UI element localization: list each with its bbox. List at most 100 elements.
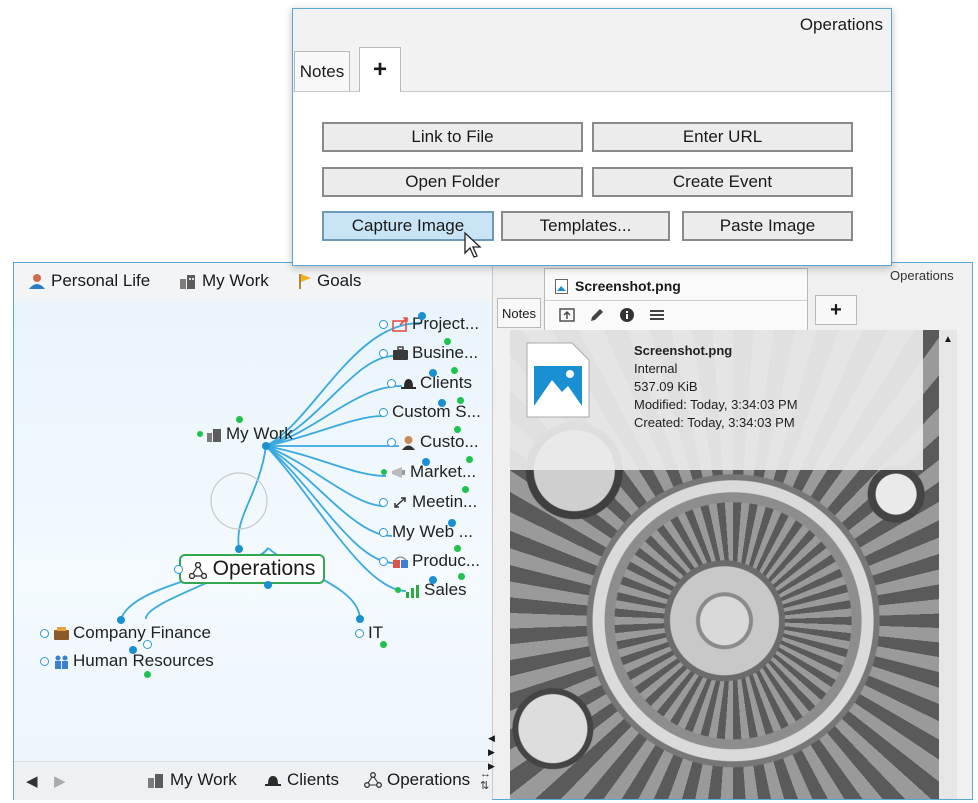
scroll-up-arrow-icon[interactable]: ▲ <box>943 334 953 345</box>
tab-label: Notes <box>502 305 536 321</box>
collapse-ring[interactable] <box>143 640 152 649</box>
node-green-dot <box>451 367 458 374</box>
back-button[interactable]: ◀ <box>26 772 38 790</box>
mindmap-canvas[interactable]: My Work Project... Busine... Clients Cus… <box>14 301 492 761</box>
collapse-ring[interactable] <box>40 656 49 666</box>
megaphone-icon <box>390 465 407 480</box>
export-icon[interactable] <box>559 307 575 323</box>
splitter-arrows-icon[interactable]: ◀ ▶ ▶ <box>488 731 495 773</box>
node-projects[interactable]: Project... <box>379 314 479 334</box>
map-tab-label: Goals <box>317 271 362 290</box>
node-it[interactable]: IT <box>355 623 383 643</box>
file-created: Created: Today, 3:34:03 PM <box>634 415 795 430</box>
paste-image-button[interactable]: Paste Image <box>682 211 853 241</box>
collapse-ring[interactable] <box>379 348 388 358</box>
breadcrumb-my-work[interactable]: My Work <box>147 770 237 790</box>
open-folder-button[interactable]: Open Folder <box>322 167 583 197</box>
map-tab-my-work[interactable]: My Work <box>179 271 269 291</box>
node-green-dot <box>380 641 387 648</box>
file-modified: Modified: Today, 3:34:03 PM <box>634 397 798 412</box>
node-connector-dot <box>264 581 272 589</box>
collapse-ring[interactable] <box>379 527 388 537</box>
people-icon <box>53 654 70 669</box>
pencil-icon[interactable] <box>589 307 605 323</box>
file-toolbar <box>559 307 665 323</box>
popup-tab-add[interactable]: + <box>359 47 401 92</box>
link-to-file-button[interactable]: Link to File <box>322 122 583 152</box>
collapse-ring[interactable] <box>379 319 388 329</box>
enter-url-button[interactable]: Enter URL <box>592 122 853 152</box>
node-connector-dot <box>429 576 437 584</box>
node-label: Busine... <box>412 343 479 362</box>
collapse-ring[interactable] <box>40 628 49 638</box>
node-company-finance[interactable]: Company Finance <box>40 623 211 643</box>
breadcrumb-clients[interactable]: Clients <box>264 770 339 790</box>
building-icon <box>179 273 197 289</box>
building-icon <box>206 427 223 442</box>
node-green-dot <box>466 456 473 463</box>
tab-label: + <box>372 56 387 83</box>
node-custom-s[interactable]: Custom S... <box>379 402 481 422</box>
node-human-resources[interactable]: Human Resources <box>40 651 214 671</box>
add-tab-button[interactable]: + <box>815 295 857 325</box>
tab-label: Screenshot.png <box>575 278 681 294</box>
node-business[interactable]: Busine... <box>379 343 478 363</box>
map-tab-goals[interactable]: Goals <box>298 271 361 291</box>
building-icon <box>147 772 165 788</box>
templates-button[interactable]: Templates... <box>501 211 670 241</box>
tab-notes[interactable]: Notes <box>497 298 541 328</box>
collapse-ring[interactable] <box>379 497 388 507</box>
collapse-ring[interactable] <box>355 628 364 638</box>
tab-screenshot-file[interactable]: Screenshot.png <box>544 268 808 330</box>
node-label: My Work <box>226 424 293 443</box>
map-tab-label: My Work <box>202 271 269 290</box>
node-customers[interactable]: Custo... <box>387 432 479 452</box>
image-file-icon <box>555 278 568 294</box>
node-green-dot <box>236 416 243 423</box>
node-connector-dot <box>129 646 137 654</box>
pane-title: Operations <box>890 268 954 283</box>
breadcrumb-label: My Work <box>170 770 237 789</box>
agent-icon <box>400 435 417 450</box>
node-green-dot <box>454 545 461 552</box>
map-tab-personal-life[interactable]: Personal Life <box>28 271 150 291</box>
menu-icon[interactable] <box>649 307 665 323</box>
node-green-dot <box>457 397 464 404</box>
node-products[interactable]: Produc... <box>379 551 480 571</box>
node-green-dot <box>444 338 451 345</box>
node-connector-dot <box>448 519 456 527</box>
collapse-ring[interactable] <box>379 407 388 417</box>
node-connector-dot <box>422 458 430 466</box>
collapse-ring[interactable] <box>387 378 396 388</box>
popup-tab-notes[interactable]: Notes <box>294 51 350 91</box>
mindmap-pane: Personal Life My Work Goals My Work Proj… <box>14 263 492 800</box>
node-meetings[interactable]: Meetin... <box>379 492 477 512</box>
node-operations-central[interactable]: Operations <box>179 554 325 584</box>
node-bullet-dot <box>197 431 203 437</box>
breadcrumb-operations[interactable]: Operations <box>364 770 470 790</box>
collapse-ring[interactable] <box>174 565 183 574</box>
forward-button[interactable]: ▶ <box>54 772 66 790</box>
collapse-ring[interactable] <box>379 556 388 566</box>
node-my-work[interactable]: My Work <box>197 424 293 444</box>
breadcrumb-label: Operations <box>387 770 471 789</box>
bowler-hat-icon <box>400 376 417 391</box>
breadcrumb-label: Clients <box>287 770 339 789</box>
node-label: Produc... <box>412 551 481 570</box>
info-icon[interactable] <box>619 307 635 323</box>
node-label: Operations <box>212 557 316 580</box>
node-connector-dot <box>418 312 426 320</box>
pane-divider[interactable] <box>492 263 493 799</box>
vertical-scrollbar[interactable]: ▲ <box>939 330 957 799</box>
add-attachment-popup: Operations Notes + Link to File Enter UR… <box>292 8 892 266</box>
node-connector-dot <box>356 615 364 623</box>
node-bullet-dot <box>381 469 387 475</box>
node-green-dot <box>144 671 151 678</box>
node-connector-dot <box>429 369 437 377</box>
collapse-ring[interactable] <box>387 437 396 447</box>
node-my-web[interactable]: My Web ... <box>379 522 473 542</box>
briefcase-icon <box>392 345 409 361</box>
create-event-button[interactable]: Create Event <box>592 167 853 197</box>
file-size: 537.09 KiB <box>634 379 698 394</box>
image-file-icon <box>526 342 590 418</box>
